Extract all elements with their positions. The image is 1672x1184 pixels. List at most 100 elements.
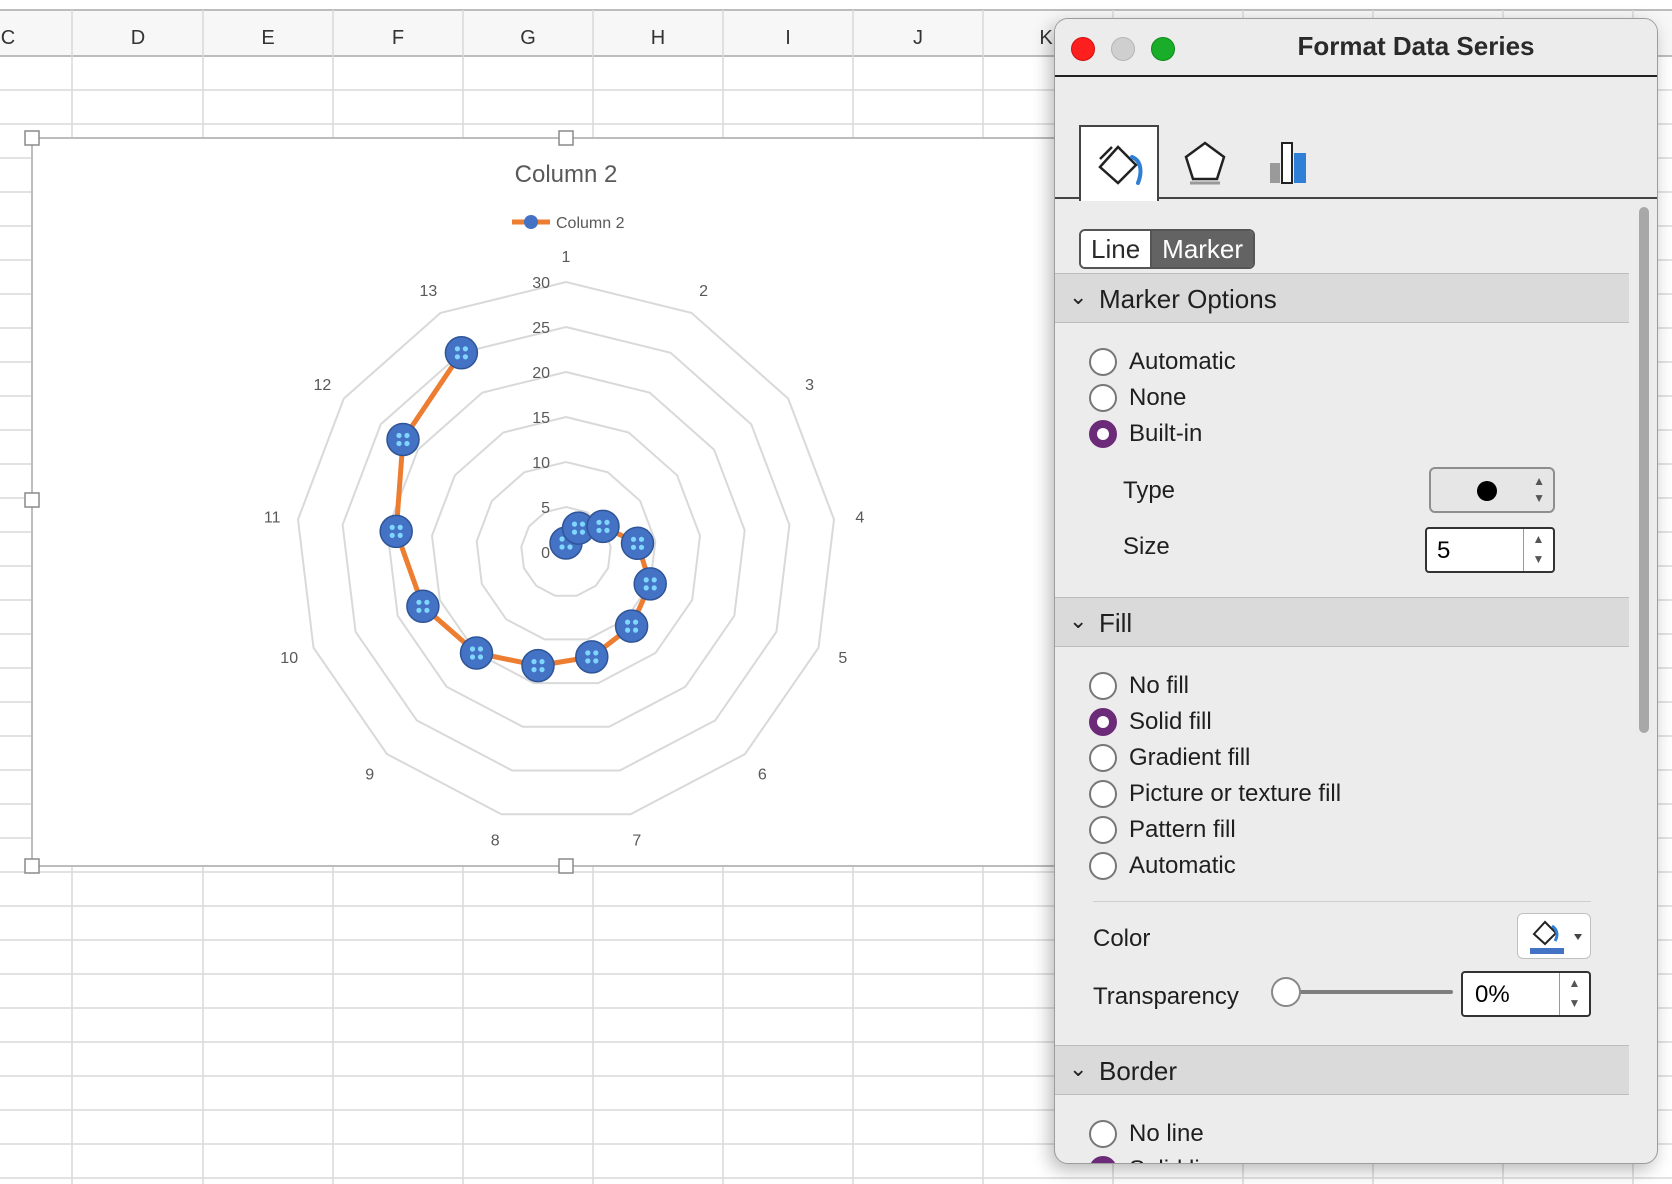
slider-thumb[interactable] <box>1271 977 1301 1007</box>
option-label: No line <box>1129 1120 1204 1147</box>
resize-handle[interactable] <box>24 130 40 146</box>
panel-scrollbar[interactable] <box>1635 193 1653 1153</box>
marker-size-input[interactable] <box>1437 537 1517 565</box>
tab-fill-line[interactable] <box>1079 125 1159 201</box>
data-point-marker[interactable] <box>575 640 609 674</box>
chevron-down-icon: ⌄ <box>1069 1056 1088 1081</box>
radial-tick-label: 15 <box>532 410 550 427</box>
marker-options-header[interactable]: ⌄ Marker Options <box>1055 273 1629 323</box>
fill-automatic-option[interactable]: Automatic <box>1089 849 1236 883</box>
legend-marker <box>524 215 538 229</box>
category-label: 9 <box>365 767 374 784</box>
data-point-marker[interactable] <box>444 336 479 370</box>
category-label: 6 <box>758 767 767 784</box>
category-label: 3 <box>805 377 814 394</box>
marker-size-stepper[interactable]: ▲▼ <box>1425 527 1555 573</box>
transparency-stepper[interactable]: ▲▼ <box>1461 971 1591 1017</box>
option-label: No fill <box>1129 672 1190 699</box>
tab-effects[interactable] <box>1165 125 1245 199</box>
data-point-marker[interactable] <box>614 609 649 643</box>
transparency-slider[interactable] <box>1271 977 1453 1007</box>
size-label: Size <box>1123 533 1170 560</box>
radio-button[interactable] <box>1089 780 1117 808</box>
option-label: None <box>1129 384 1187 411</box>
data-point-marker[interactable] <box>379 514 413 549</box>
category-label: 12 <box>314 377 332 394</box>
panel-tabs <box>1055 79 1657 201</box>
radio-button[interactable] <box>1089 852 1117 880</box>
slider-track[interactable] <box>1281 990 1453 994</box>
fill-solid-fill-option[interactable]: Solid fill <box>1089 705 1212 739</box>
scrollbar-thumb[interactable] <box>1639 207 1649 733</box>
option-label: Solid fill <box>1129 708 1212 735</box>
fill-no-fill-option[interactable]: No fill <box>1089 669 1189 703</box>
bar-chart-icon <box>1270 142 1306 184</box>
data-point-marker[interactable] <box>521 648 555 683</box>
radial-tick-label: 0 <box>541 545 550 562</box>
option-label: Automatic <box>1129 852 1236 879</box>
border-solid-line-option[interactable]: Solid line <box>1089 1153 1226 1163</box>
data-point-marker[interactable] <box>633 567 667 601</box>
category-label: 8 <box>491 832 500 849</box>
circle-marker-icon <box>1477 481 1497 501</box>
legend-label: Column 2 <box>556 215 625 232</box>
radial-tick-label: 20 <box>532 365 550 382</box>
data-point-marker[interactable] <box>586 509 620 544</box>
chart-title[interactable]: Column 2 <box>515 161 618 188</box>
updown-arrows-icon: ▲ ▼ <box>1533 474 1545 505</box>
radio-button[interactable] <box>1089 744 1117 772</box>
marker-none-option[interactable]: None <box>1089 381 1186 415</box>
resize-handle[interactable] <box>24 858 40 874</box>
option-label: Picture or texture fill <box>1129 780 1342 807</box>
resize-handle[interactable] <box>558 130 574 146</box>
border-no-line-option[interactable]: No line <box>1089 1117 1204 1151</box>
resize-handle[interactable] <box>24 492 40 508</box>
fill-header[interactable]: ⌄ Fill <box>1055 597 1629 647</box>
line-marker-segmented-control[interactable]: Line Marker <box>1079 229 1256 269</box>
chart-area[interactable] <box>31 137 1131 867</box>
radio-button[interactable] <box>1089 1120 1117 1148</box>
stepper-arrows-icon[interactable]: ▲ ▼ <box>1523 529 1553 571</box>
category-label: 7 <box>632 832 641 849</box>
radio-button[interactable] <box>1089 672 1117 700</box>
option-label: Pattern fill <box>1129 816 1236 843</box>
category-label: 4 <box>855 509 864 526</box>
radio-button[interactable] <box>1089 348 1117 376</box>
data-point-marker[interactable] <box>620 526 655 561</box>
type-label: Type <box>1123 477 1176 504</box>
marker-built-in-option[interactable]: Built-in <box>1089 417 1202 451</box>
data-point-marker[interactable] <box>386 422 420 457</box>
marker-automatic-option[interactable]: Automatic <box>1089 345 1236 379</box>
fill-gradient-fill-option[interactable]: Gradient fill <box>1089 741 1250 775</box>
radio-button-selected[interactable] <box>1089 708 1117 736</box>
fill-color-picker[interactable] <box>1517 913 1591 959</box>
radio-button-selected[interactable] <box>1089 1156 1117 1163</box>
border-header[interactable]: ⌄ Border <box>1055 1045 1629 1095</box>
tab-series-options[interactable] <box>1249 125 1329 199</box>
radio-button-selected[interactable] <box>1089 420 1117 448</box>
fill-picture-texture-option[interactable]: Picture or texture fill <box>1089 777 1341 811</box>
data-point-marker[interactable] <box>459 636 494 670</box>
marker-type-select[interactable]: ▲ ▼ <box>1429 467 1555 513</box>
data-point-marker[interactable] <box>406 589 440 624</box>
panel-titlebar[interactable]: Format Data Series <box>1055 19 1657 77</box>
transparency-input[interactable] <box>1475 981 1555 1009</box>
radio-button[interactable] <box>1089 816 1117 844</box>
format-data-series-panel[interactable]: Format Data Series Line Marker ⌄ Marker … <box>1054 18 1658 1164</box>
segment-line[interactable]: Line <box>1081 231 1153 267</box>
chevron-down-icon: ⌄ <box>1069 608 1088 633</box>
segment-marker[interactable]: Marker <box>1152 231 1254 267</box>
category-label: 13 <box>420 283 438 300</box>
category-label: 11 <box>264 509 281 526</box>
option-label: Built-in <box>1129 420 1203 447</box>
section-title: Marker Options <box>1099 284 1277 314</box>
paint-bucket-icon <box>1098 145 1143 185</box>
category-label: 10 <box>280 650 298 667</box>
radio-button[interactable] <box>1089 384 1117 412</box>
resize-handle[interactable] <box>558 858 574 874</box>
fill-pattern-fill-option[interactable]: Pattern fill <box>1089 813 1236 847</box>
color-label: Color <box>1093 925 1151 952</box>
stepper-arrows-icon[interactable]: ▲ ▼ <box>1559 973 1589 1015</box>
transparency-label: Transparency <box>1093 983 1239 1010</box>
pentagon-icon <box>1184 141 1226 185</box>
